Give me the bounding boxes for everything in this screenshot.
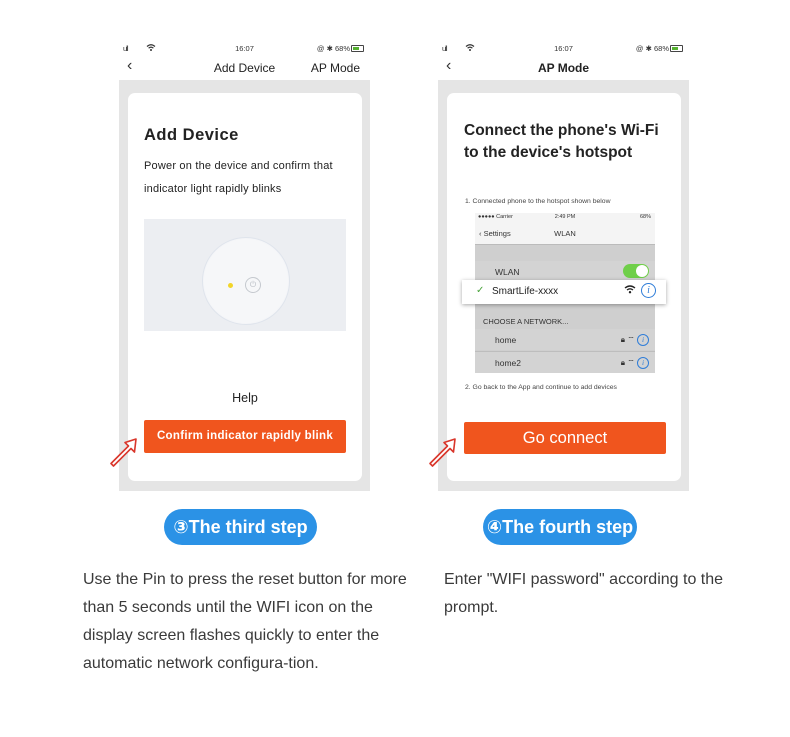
- add-device-description: Power on the device and confirm that ind…: [144, 160, 333, 195]
- wlan-title: WLAN: [554, 229, 576, 238]
- status-indicators: @ ✱ 68%: [317, 44, 364, 53]
- third-step-badge: ③The third step: [164, 509, 317, 545]
- add-device-card: Add Device Power on the device and confi…: [128, 93, 362, 481]
- selected-network-row[interactable]: ✓ SmartLife-xxxx i: [462, 280, 666, 304]
- status-indicators-text: @ ✱ 68%: [635, 44, 669, 53]
- selected-network-icons: i: [624, 283, 656, 298]
- wlan-label: WLAN: [495, 267, 520, 277]
- instruction-step-2: 2. Go back to the App and continue to ad…: [465, 384, 617, 391]
- selected-network-name: SmartLife-xxxx: [492, 286, 559, 297]
- status-indicators: @ ✱ 68%: [636, 44, 683, 53]
- network-row-home2[interactable]: home2 🔒︎ ⌔ i: [475, 351, 655, 373]
- wifi-icon: ⌔: [627, 335, 635, 344]
- status-indicators-text: @ ✱ 68%: [316, 44, 350, 53]
- confirm-blink-button[interactable]: Confirm indicator rapidly blink: [144, 420, 346, 453]
- info-icon[interactable]: i: [637, 334, 649, 346]
- info-icon[interactable]: i: [641, 283, 656, 298]
- instruction-step-1: 1. Connected phone to the hotspot shown …: [465, 198, 611, 205]
- add-device-heading: Add Device: [144, 126, 239, 144]
- checkmark-icon: ✓: [476, 285, 485, 296]
- network-icons: 🔒︎ ⌔ i: [621, 357, 649, 369]
- network-row-home[interactable]: home 🔒︎ ⌔ i: [475, 329, 655, 350]
- wlan-battery: 68%: [639, 214, 651, 220]
- network-icons: 🔒︎ ⌔ i: [621, 334, 649, 346]
- go-connect-button[interactable]: Go connect: [464, 422, 666, 454]
- pointer-arrow-icon: [110, 438, 137, 467]
- status-bar: ull 16:07 @ ✱ 68%: [119, 42, 370, 56]
- network-name: home: [495, 335, 517, 345]
- phone-screenshot-add-device: ull 16:07 @ ✱ 68% ‹ Add Device AP Mode A…: [119, 42, 370, 491]
- wlan-toggle-row: WLAN: [475, 261, 655, 282]
- wlan-status-time: 2:49 PM: [554, 214, 576, 220]
- wlan-nav-bar: ‹ Settings WLAN: [475, 222, 655, 245]
- status-bar: ull 16:07 @ ✱ 68%: [438, 42, 689, 56]
- fourth-step-description: Enter "WIFI password" according to the p…: [444, 571, 724, 616]
- phone-screenshot-ap-mode: ull 16:07 @ ✱ 68% ‹ AP Mode Connect the …: [438, 42, 689, 491]
- ap-mode-link[interactable]: AP Mode: [311, 61, 360, 75]
- device-illustration: ⏻: [144, 219, 346, 331]
- nav-bar: ‹ Add Device AP Mode: [119, 56, 370, 80]
- fourth-step-badge: ④The fourth step: [483, 509, 637, 545]
- wlan-status-bar: ●●●●● Carrier 2:49 PM 68%: [475, 213, 655, 222]
- nav-bar: ‹ AP Mode: [438, 56, 689, 80]
- info-icon[interactable]: i: [637, 357, 649, 369]
- choose-network-label: CHOOSE A NETWORK...: [483, 317, 569, 326]
- lock-icon: 🔒︎: [620, 358, 625, 367]
- power-icon: ⏻: [245, 277, 261, 293]
- network-name: home2: [495, 358, 521, 368]
- ap-mode-card: Connect the phone's Wi-Fi to the device'…: [447, 93, 681, 481]
- wlan-toggle[interactable]: [623, 264, 649, 278]
- battery-icon: [351, 45, 364, 52]
- wifi-icon: ⌔: [627, 358, 635, 367]
- connect-hotspot-heading: Connect the phone's Wi-Fi to the device'…: [464, 122, 659, 161]
- wifi-icon: [624, 285, 636, 294]
- nav-title: AP Mode: [537, 61, 590, 75]
- battery-icon: [670, 45, 683, 52]
- help-link[interactable]: Help: [128, 391, 362, 405]
- pointer-arrow-icon: [429, 438, 456, 467]
- lock-icon: 🔒︎: [620, 335, 625, 344]
- indicator-light-icon: [228, 283, 233, 288]
- third-step-description: Use the Pin to press the reset button fo…: [83, 571, 407, 672]
